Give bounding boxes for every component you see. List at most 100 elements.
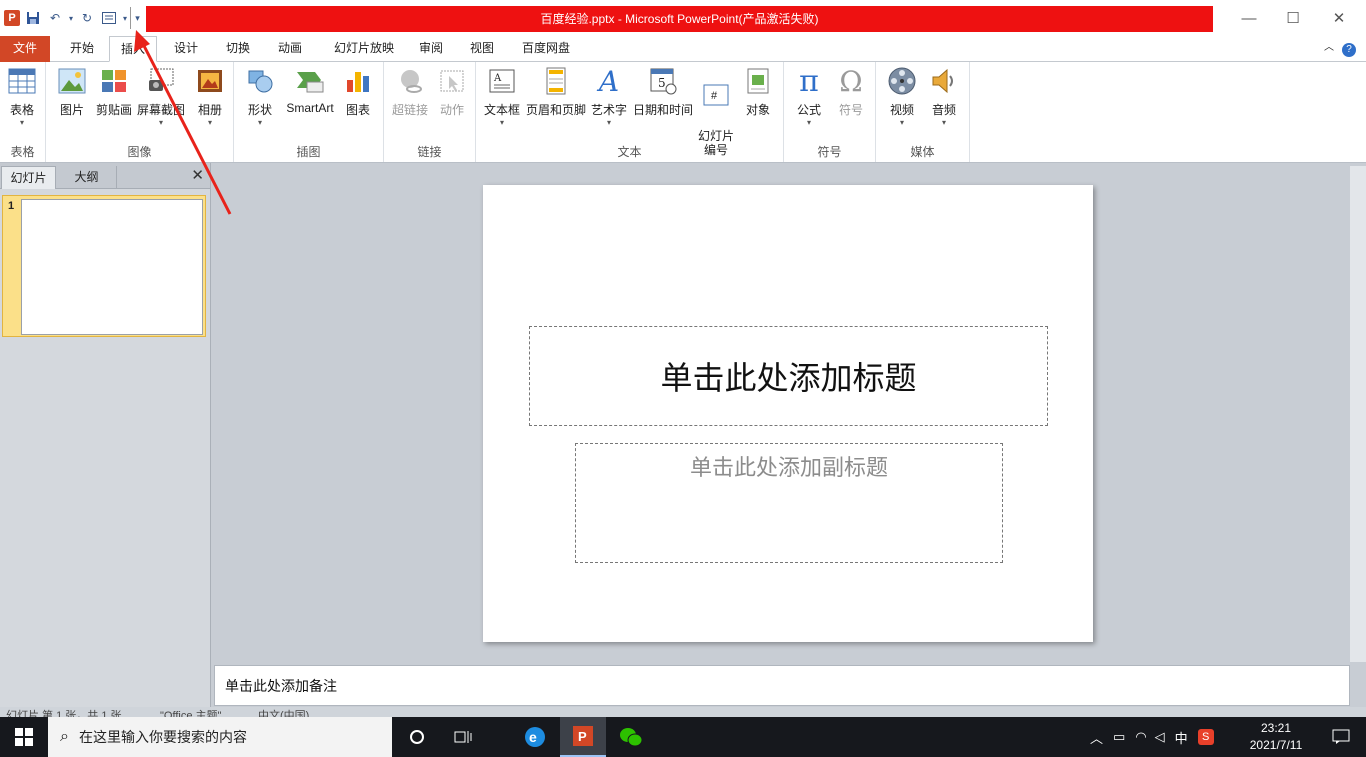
subtitle-placeholder[interactable]: 单击此处添加副标题 [575,443,1003,563]
smartart-icon [295,66,325,96]
svg-text:e: e [529,729,537,745]
save-icon[interactable] [22,7,44,29]
hyperlink-button[interactable]: 超链接 [388,66,432,118]
shapes-dropdown-icon: ▾ [257,118,262,127]
close-button[interactable]: ✕ [1316,8,1362,30]
smartart-label: SmartArt [286,101,334,115]
equation-button[interactable]: π 公式 ▾ [790,64,828,128]
tab-animations[interactable]: 动画 [268,36,312,62]
wifi-icon[interactable]: ◠ [1135,729,1146,745]
ime-indicator[interactable]: 中 [1175,728,1188,747]
wordart-button[interactable]: A 艺术字 ▾ [588,65,630,128]
maximize-button[interactable]: ☐ [1270,8,1316,30]
wordart-label: 艺术字 [590,103,627,117]
layout-dropdown-icon[interactable]: ▾ [120,7,130,29]
group-links: 超链接 动作 链接 [384,62,476,162]
tab-home[interactable]: 开始 [58,36,106,62]
annotation-arrow [134,30,232,215]
minimize-button[interactable]: — [1226,8,1272,30]
svg-text:A: A [493,73,502,84]
tab-file[interactable]: 文件 [0,36,50,62]
svg-text:5: 5 [658,76,666,90]
search-icon: ⌕ [60,728,69,745]
textbox-label: 文本框 [483,103,520,117]
hyperlink-icon [395,66,425,96]
equation-dropdown-icon: ▾ [806,118,811,127]
title-placeholder[interactable]: 单击此处添加标题 [529,326,1048,426]
date-time-button[interactable]: 5 日期和时间 [632,66,694,118]
tab-outline[interactable]: 大纲 [57,166,117,189]
object-label: 对象 [745,103,770,117]
video-button[interactable]: 视频 ▾ [882,66,922,128]
equation-label: 公式 [796,103,821,117]
undo-dropdown-icon[interactable]: ▾ [66,7,76,29]
audio-label: 音频 [931,103,956,117]
volume-icon[interactable]: ◁ [1155,729,1165,745]
windows-taskbar: ⌕ 在这里输入你要搜索的内容 e P ︿ ▭ ◠ ◁ 中 S 23:21 202… [0,717,1366,757]
windows-logo-icon [15,728,33,746]
video-dropdown-icon: ▾ [899,118,904,127]
undo-icon[interactable]: ↶ [44,7,66,29]
object-icon [743,66,773,96]
group-text: A 文本框 ▾ 页眉和页脚 A 艺术字 ▾ 5 日期和时间 # 幻灯片 编号 对… [476,62,784,162]
table-label: 表格 [9,103,34,117]
slide-canvas[interactable]: 单击此处添加标题 单击此处添加副标题 [483,185,1093,642]
start-button[interactable] [0,717,48,757]
date-time-label: 日期和时间 [632,103,693,117]
tab-slideshow[interactable]: 幻灯片放映 [322,36,406,62]
powerpoint-app-icon[interactable]: P [0,7,22,29]
smartart-button[interactable]: SmartArt [282,66,338,115]
omega-icon: Ω [839,64,863,98]
chart-button[interactable]: 图表 [340,66,376,118]
layout-icon[interactable] [98,7,120,29]
network-icon[interactable]: ▭ [1113,729,1125,745]
header-footer-label: 页眉和页脚 [525,103,586,117]
chart-icon [343,66,373,96]
redo-icon[interactable]: ↻ [76,7,98,29]
powerpoint-taskbar-icon[interactable]: P [560,717,606,757]
group-label-table: 表格 [10,145,35,159]
picture-button[interactable]: 图片 [54,66,90,118]
wechat-icon[interactable] [608,717,654,757]
edge-browser-icon[interactable]: e [512,717,558,757]
slide-number: 1 [8,200,15,212]
symbol-button[interactable]: Ω 符号 [832,64,870,118]
hyperlink-label: 超链接 [391,103,428,117]
notifications-icon[interactable] [1318,717,1364,757]
video-label: 视频 [889,103,914,117]
object-button[interactable]: 对象 [740,66,776,118]
system-tray: ︿ ▭ ◠ ◁ 中 S [1090,717,1214,757]
slides-pane: 幻灯片 大纲 ✕ 1 [0,163,211,707]
picture-icon [57,66,87,96]
sogou-input-icon[interactable]: S [1197,729,1214,745]
group-label-illustrations: 插图 [296,145,321,159]
table-dropdown-icon: ▾ [19,118,24,127]
picture-label: 图片 [59,103,84,117]
task-view-icon[interactable] [440,717,486,757]
tab-view[interactable]: 视图 [460,36,504,62]
header-footer-button[interactable]: 页眉和页脚 [524,66,588,118]
taskbar-search[interactable]: ⌕ 在这里输入你要搜索的内容 [48,717,392,757]
cortana-icon[interactable] [394,717,440,757]
audio-button[interactable]: 音频 ▾ [924,66,964,128]
shapes-button[interactable]: 形状 ▾ [242,66,278,128]
group-media: 视频 ▾ 音频 ▾ 媒体 [876,62,970,162]
action-button[interactable]: 动作 [434,66,470,118]
film-reel-icon [887,66,917,96]
table-button[interactable]: 表格 ▾ [4,66,40,128]
textbox-icon: A [487,66,517,96]
textbox-button[interactable]: A 文本框 ▾ [482,66,522,128]
notes-pane[interactable]: 单击此处添加备注 [214,665,1350,706]
group-label-symbols: 符号 [817,145,842,159]
show-hidden-icons-icon[interactable]: ︿ [1090,728,1103,747]
collapse-ribbon-icon[interactable]: ︿ [1320,36,1338,62]
window-title: 百度经验.pptx - Microsoft PowerPoint(产品激活失败) [146,6,1213,32]
taskbar-clock[interactable]: 23:21 2021/7/11 [1240,720,1312,754]
tab-baidu-netdisk[interactable]: 百度网盘 [514,36,578,62]
shapes-icon [245,66,275,96]
vertical-scrollbar[interactable] [1350,166,1366,662]
tab-review[interactable]: 审阅 [410,36,452,62]
help-icon[interactable]: ? [1340,36,1358,62]
tab-slides[interactable]: 幻灯片 [1,166,56,189]
customize-qat-icon[interactable]: ▾ [130,7,144,29]
